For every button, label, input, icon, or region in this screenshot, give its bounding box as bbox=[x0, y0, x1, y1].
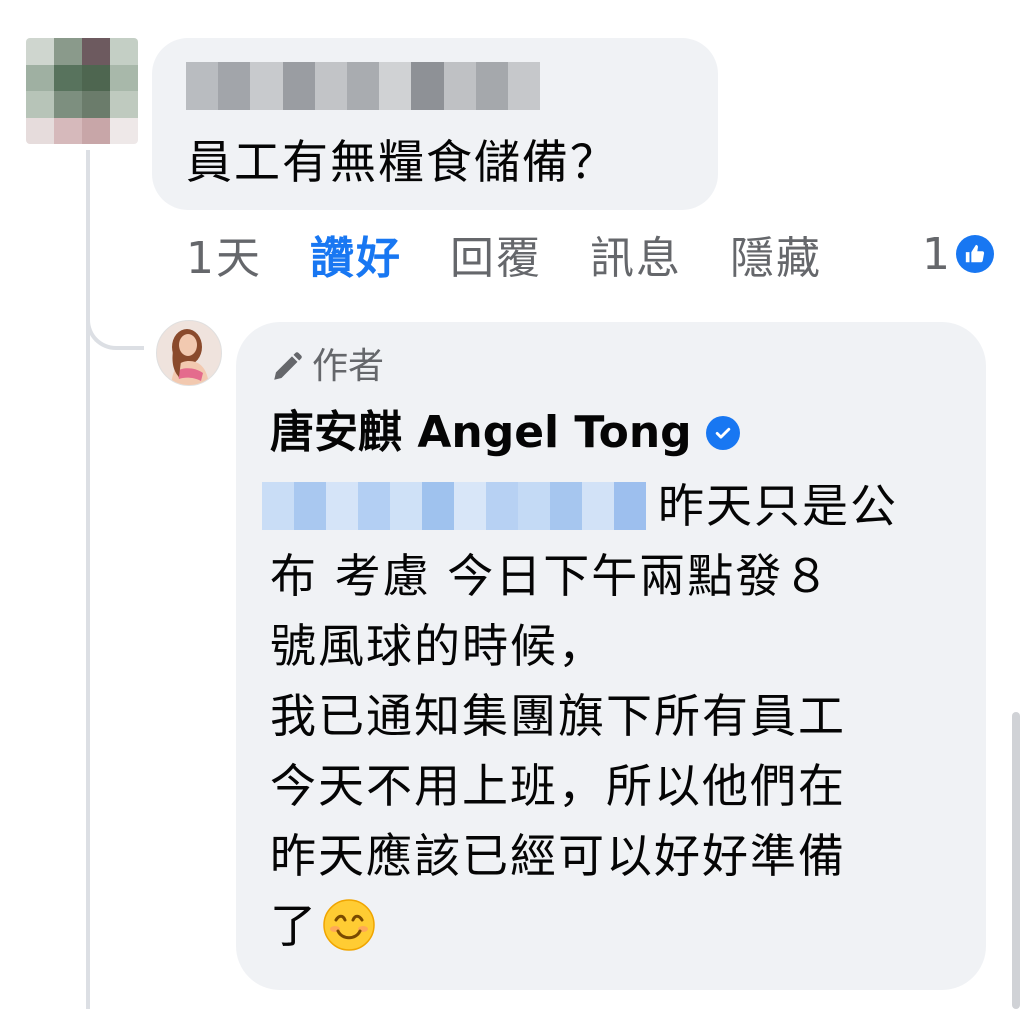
reply-text-last-line: 了 bbox=[270, 898, 376, 954]
smiling-face-emoji bbox=[323, 899, 375, 951]
reply-text-line: 今天不用上班，所以他們在 bbox=[270, 759, 846, 813]
reply-button[interactable]: 回覆 bbox=[450, 222, 542, 286]
thread-connector-curve bbox=[86, 290, 144, 350]
commenter-avatar[interactable] bbox=[26, 38, 138, 144]
author-badge: 作者 bbox=[270, 344, 384, 390]
scrollbar[interactable] bbox=[1012, 712, 1020, 1009]
commenter-name-redacted[interactable] bbox=[186, 62, 541, 110]
thumbs-up-icon bbox=[956, 235, 994, 273]
reaction-count: 1 bbox=[922, 228, 950, 280]
reply-text-line: 昨天應該已經可以好好準備 bbox=[270, 829, 846, 883]
author-avatar[interactable] bbox=[156, 320, 222, 386]
reply-text-line: 了 bbox=[270, 899, 318, 953]
reply-bubble: 作者 唐安麒 Angel Tong 昨天只是公 布 考慮 今日下午兩點發８ 號風… bbox=[236, 322, 986, 990]
verified-badge-icon bbox=[705, 416, 740, 450]
like-button[interactable]: 讚好 bbox=[310, 222, 402, 286]
reply-author[interactable]: 唐安麒 Angel Tong bbox=[270, 406, 740, 460]
pencil-icon bbox=[274, 352, 302, 380]
mention-redacted[interactable] bbox=[262, 482, 646, 530]
author-badge-label: 作者 bbox=[312, 346, 385, 387]
comment-bubble: 員工有無糧食儲備？ bbox=[152, 38, 718, 210]
reply-text-line: 號風球的時候， bbox=[270, 619, 606, 673]
reply-author-name[interactable]: 唐安麒 Angel Tong bbox=[270, 406, 692, 460]
hide-button[interactable]: 隱藏 bbox=[730, 222, 822, 286]
comment-actions: 1天 讚好 回覆 訊息 隱藏 bbox=[186, 224, 870, 284]
message-button[interactable]: 訊息 bbox=[590, 222, 682, 286]
reaction-summary[interactable]: 1 bbox=[922, 224, 994, 284]
reply-text-line: 昨天只是公 bbox=[658, 479, 898, 533]
comment-age[interactable]: 1天 bbox=[186, 222, 262, 286]
comment-text: 員工有無糧食儲備？ bbox=[186, 135, 618, 189]
reply-text-line: 我已通知集團旗下所有員工 bbox=[270, 689, 846, 743]
thread-connector-line bbox=[86, 150, 90, 1009]
reply-text-line: 布 考慮 今日下午兩點發８ bbox=[270, 549, 832, 603]
